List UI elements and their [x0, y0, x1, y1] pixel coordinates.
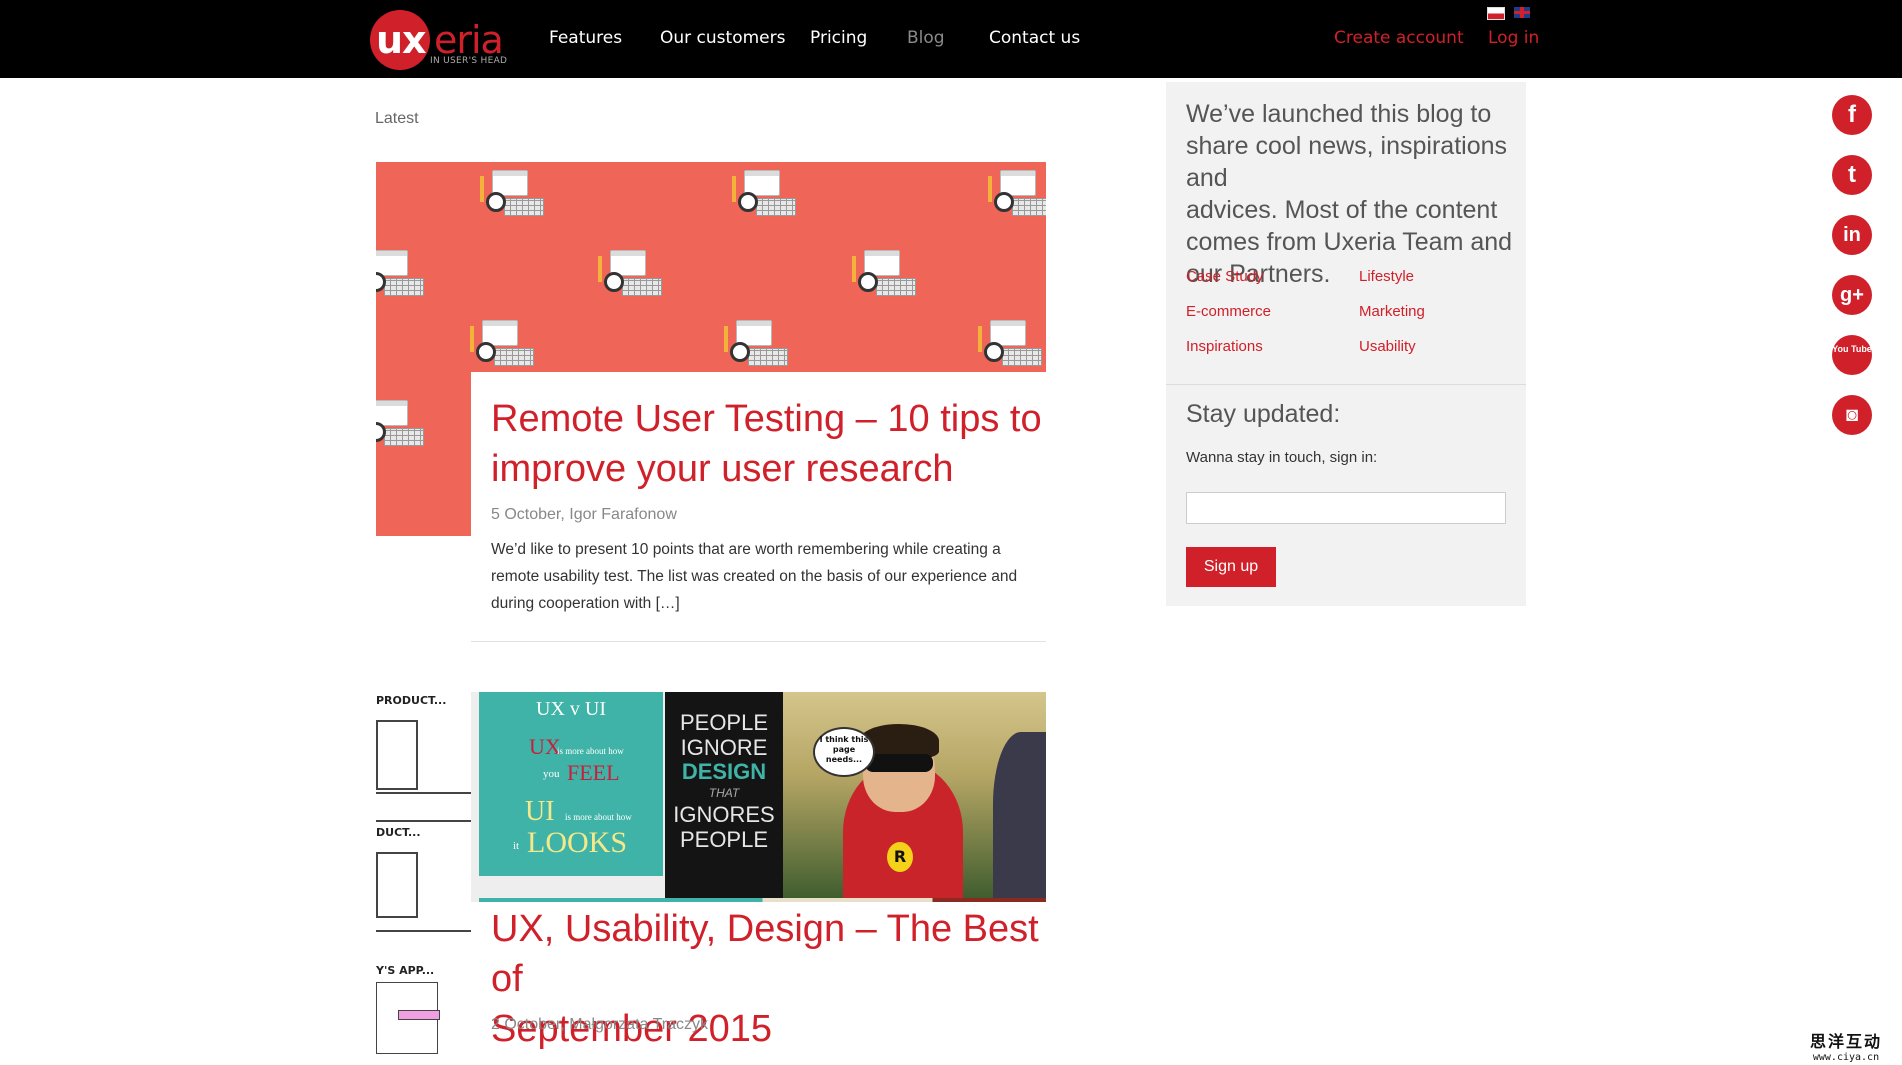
category-e-commerce[interactable]: E-commerce	[1186, 303, 1271, 320]
linkedin-icon[interactable]: in	[1832, 215, 1872, 255]
wire-line	[376, 792, 471, 794]
robin-batman-photo: R I think this page needs...	[783, 692, 1046, 902]
polish-flag-icon[interactable]	[1487, 7, 1505, 20]
nav-blog[interactable]: Blog	[907, 28, 945, 48]
usability-illustration	[376, 400, 424, 446]
section-label-latest: Latest	[375, 110, 419, 127]
watermark-chinese: 思洋互动	[1809, 1032, 1882, 1051]
wire-label-3: Y'S APP...	[376, 964, 435, 977]
uxeria-logo[interactable]: ux eria IN USER'S HEAD	[370, 10, 507, 70]
intro-line-3: advices. Most of the content	[1186, 196, 1498, 224]
post-1-title-line-1[interactable]: Remote User Testing – 10 tips to	[491, 398, 1042, 440]
ux-vs-ui-poster: UX v UI UX is more about how you FEEL UI…	[479, 692, 663, 876]
poster-feel: FEEL	[567, 760, 620, 785]
nav-contact-us[interactable]: Contact us	[989, 28, 1080, 48]
blog-sidebar: We’ve launched this blog to share cool n…	[1166, 82, 1526, 606]
post-1-meta: 5 October, Igor Farafonow	[491, 506, 677, 523]
wireframe-sketch: PRODUCT... DUCT... Y'S APP...	[376, 692, 471, 1065]
newsletter-email-input[interactable]	[1186, 492, 1506, 524]
stay-updated-subtitle: Wanna stay in touch, sign in:	[1186, 449, 1378, 466]
instagram-icon[interactable]: ◙	[1832, 395, 1872, 435]
post-2-card: UX, Usability, Design – The Best of Sept…	[471, 902, 1046, 1065]
poster-ux-small: is more about how	[557, 746, 624, 756]
category-lifestyle[interactable]: Lifestyle	[1359, 268, 1414, 285]
intro-line-4: comes from Uxeria Team and	[1186, 228, 1513, 256]
site-watermark: 思洋互动 www.ciya.cn	[1790, 1028, 1902, 1063]
watermark-url: www.ciya.cn	[1812, 1052, 1880, 1063]
category-usability[interactable]: Usability	[1359, 338, 1416, 355]
uk-flag-icon[interactable]	[1514, 7, 1530, 18]
wire-line	[376, 820, 471, 822]
usability-illustration	[376, 250, 424, 296]
poster-you: you	[543, 768, 560, 780]
sidebar-intro: We’ve launched this blog to share cool n…	[1186, 98, 1514, 290]
create-account-link[interactable]: Create account	[1334, 28, 1464, 48]
sign-up-button[interactable]: Sign up	[1186, 547, 1276, 587]
usability-illustration	[852, 250, 916, 296]
post-1-card: Remote User Testing – 10 tips to improve…	[471, 372, 1046, 642]
wire-box	[376, 852, 418, 918]
poster-word-3: DESIGN	[681, 759, 767, 784]
usability-illustration	[480, 170, 544, 216]
poster-it: it	[513, 840, 520, 852]
category-inspirations[interactable]: Inspirations	[1186, 338, 1263, 355]
sidebar-divider	[1166, 384, 1526, 385]
post-1-excerpt-line-2: remote usability test. The list was crea…	[491, 568, 1018, 585]
speech-bubble: I think this page needs...	[813, 727, 875, 777]
poster-ui-small: is more about how	[565, 812, 632, 822]
logo-ux: ux	[376, 18, 427, 62]
wire-box	[376, 720, 418, 790]
logo-tagline: IN USER'S HEAD	[430, 56, 508, 66]
people-ignore-design-poster: PEOPLE IGNORE DESIGN THAT IGNORES PEOPLE	[665, 692, 783, 902]
wire-label-1: PRODUCT...	[376, 694, 447, 707]
poster-heading: UX v UI	[536, 698, 606, 720]
usability-illustration	[598, 250, 662, 296]
intro-line-1: We’ve launched this blog to	[1186, 100, 1492, 128]
top-navigation-bar: ux eria IN USER'S HEAD Features Our cust…	[0, 0, 1902, 78]
wire-highlight	[398, 1010, 440, 1020]
poster-ux: UX	[529, 734, 561, 759]
login-link[interactable]: Log in	[1488, 28, 1539, 48]
post-2-title-line-1[interactable]: UX, Usability, Design – The Best of	[491, 908, 1039, 1000]
usability-illustration	[988, 170, 1046, 216]
post-1-title-line-2[interactable]: improve your user research	[491, 448, 954, 490]
nav-our-customers[interactable]: Our customers	[660, 28, 785, 48]
facebook-icon[interactable]: f	[1832, 95, 1872, 135]
post-1-excerpt-line-3: during cooperation with […]	[491, 595, 680, 612]
poster-word-2: IGNORE	[680, 735, 768, 760]
usability-illustration	[978, 320, 1042, 366]
poster-word-1: PEOPLE	[679, 710, 769, 735]
robin-emblem: R	[887, 842, 913, 872]
category-case-study[interactable]: Case Study	[1186, 268, 1264, 285]
post-2-meta: 2 October, Małgorzata Traczyk	[491, 1016, 708, 1033]
usability-illustration	[724, 320, 788, 366]
intro-line-2: share cool news, inspirations and	[1186, 132, 1507, 192]
twitter-icon[interactable]: t	[1832, 155, 1872, 195]
wire-label-2: DUCT...	[376, 826, 421, 839]
poster-word-4: THAT	[708, 786, 740, 800]
usability-illustration	[732, 170, 796, 216]
batman-figure	[993, 732, 1046, 902]
stay-updated-title: Stay updated:	[1186, 400, 1341, 428]
nav-features[interactable]: Features	[549, 28, 622, 48]
poster-looks: LOOKS	[527, 826, 628, 859]
robin-mask	[865, 754, 933, 772]
post-1-title[interactable]: Remote User Testing – 10 tips to improve…	[491, 394, 1042, 494]
poster-word-5: IGNORES	[673, 802, 775, 827]
post-divider	[471, 641, 1046, 642]
poster-word-6: PEOPLE	[679, 827, 769, 852]
wire-line	[376, 930, 471, 932]
google-plus-icon[interactable]: g+	[1832, 275, 1872, 315]
poster-ui: UI	[525, 796, 555, 827]
post-1-excerpt: We’d like to present 10 points that are …	[491, 536, 1017, 617]
post-1-excerpt-line-1: We’d like to present 10 points that are …	[491, 541, 1001, 558]
category-marketing[interactable]: Marketing	[1359, 303, 1425, 320]
nav-pricing[interactable]: Pricing	[810, 28, 867, 48]
usability-illustration	[470, 320, 534, 366]
youtube-icon[interactable]: You Tube	[1832, 335, 1872, 375]
